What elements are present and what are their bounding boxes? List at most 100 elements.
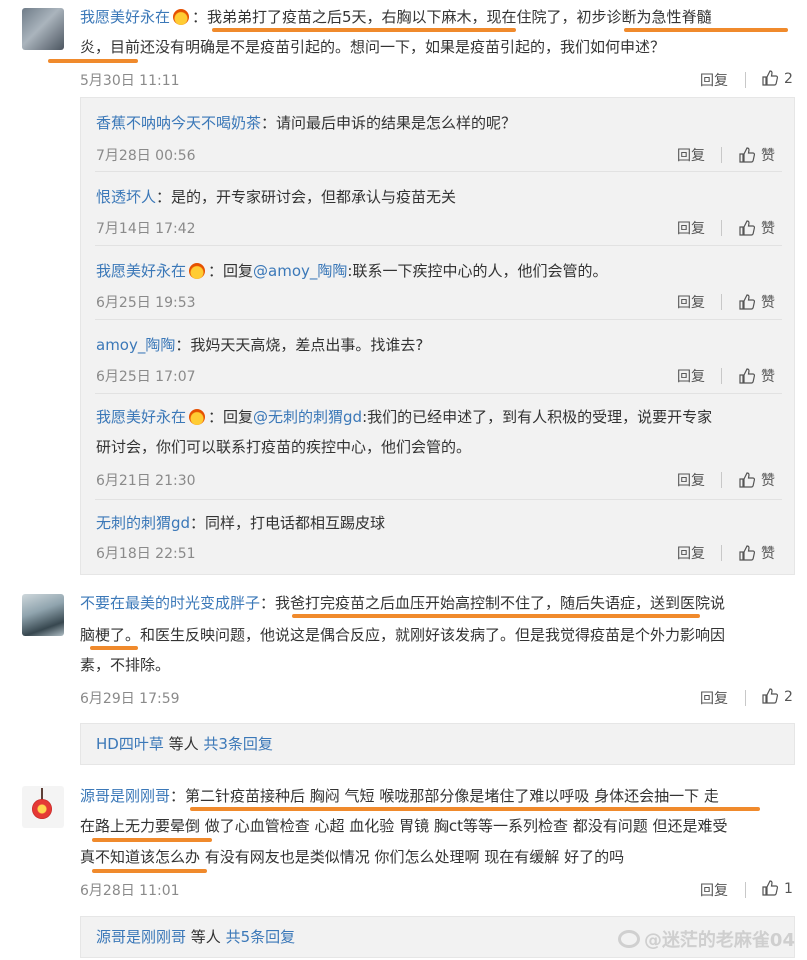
more-replies-bar[interactable]: HD四叶草 等人 共3条回复 [80,723,795,765]
divider [721,220,722,236]
thumbs-up-icon [739,368,755,384]
reply-button[interactable]: 回复 [700,70,728,90]
reply-item: 我愿美好永在♛：回复@amoy_陶陶:联系一下疾控中心的人，他们会管的。 6月2… [81,246,796,320]
reply-username[interactable]: 香蕉不呐呐今天不喝奶茶 [96,114,261,132]
divider [721,472,722,488]
highlight-underline [92,838,212,842]
highlight-underline [624,28,788,32]
like-label: 赞 [761,221,775,237]
like-button[interactable]: 赞 [739,292,775,312]
like-label: 赞 [761,148,775,164]
thumbs-up-icon [739,545,755,561]
reply-text: amoy_陶陶：我妈天天高烧，差点出事。找谁去? [96,336,424,354]
reply-button[interactable]: 回复 [677,366,705,386]
comment-text-line: 炎，目前还没有明确是不是疫苗引起的。想问一下，如果是疫苗引起的，我们如何申述？ [80,38,666,56]
reply-item: 恨透坏人：是的，开专家研讨会，但都承认与疫苗无关 7月14日 17:42 回复 … [81,172,796,246]
divider [721,147,722,163]
reply-text: 恨透坏人：是的，开专家研讨会，但都承认与疫苗无关 [96,188,457,206]
watermark: @迷茫的老麻雀04 [617,926,795,952]
comment-username[interactable]: 源哥是刚刚哥 [80,787,170,805]
reply-time: 6月25日 19:53 [96,295,196,311]
comment-text-line: 真不知道该怎么办 有没有网友也是类似情况 你们怎么处理啊 现在有缓解 好了的吗 [80,848,625,866]
crown-badge-icon: ♛ [189,263,206,279]
like-label: 赞 [761,295,775,311]
like-button[interactable]: 赞 [739,470,775,490]
divider [745,882,746,898]
avatar[interactable] [22,786,64,828]
reply-button[interactable]: 回复 [677,470,705,490]
comment-username[interactable]: 不要在最美的时光变成胖子 [80,594,260,612]
thumbs-up-icon [739,472,755,488]
reply-username[interactable]: 我愿美好永在 [96,408,186,426]
crown-badge-icon: ♛ [173,9,190,25]
reply-time: 6月25日 17:07 [96,369,196,385]
avatar[interactable] [22,8,64,50]
more-replies-user[interactable]: 源哥是刚刚哥 [96,928,186,946]
avatar[interactable] [22,594,64,636]
like-label: 赞 [761,546,775,562]
divider [721,294,722,310]
reply-text: 无刺的刺猬gd：同样，打电话都相互踢皮球 [96,514,386,532]
reply-button[interactable]: 回复 [677,218,705,238]
thumbs-up-icon [739,294,755,310]
reply-button[interactable]: 回复 [677,145,705,165]
reply-text: 我愿美好永在♛：回复@amoy_陶陶:联系一下疾控中心的人，他们会管的。 [96,262,608,280]
weibo-logo-icon [617,930,640,948]
comment-username[interactable]: 我愿美好永在 [80,8,170,26]
reply-username[interactable]: amoy_陶陶 [96,336,175,354]
like-count: 1 [784,881,793,897]
highlight-underline [92,869,207,873]
like-button[interactable]: 赞 [739,218,775,238]
reply-button[interactable]: 回复 [677,543,705,563]
thumbs-up-icon [762,688,778,704]
more-replies-link[interactable]: 共3条回复 [203,735,273,753]
reply-item: 无刺的刺猬gd：同样，打电话都相互踢皮球 6月18日 22:51 回复 赞 [81,500,796,576]
like-label: 赞 [761,473,775,489]
mention-link[interactable]: @amoy_陶陶 [253,262,347,280]
thumbs-up-icon [739,220,755,236]
more-replies-link[interactable]: 共5条回复 [226,928,296,946]
replies-panel: 香蕉不呐呐今天不喝奶茶：请问最后申诉的结果是怎么样的呢？ 7月28日 00:56… [80,97,795,575]
thumbs-up-icon [762,70,778,86]
reply-button[interactable]: 回复 [677,292,705,312]
crown-badge-icon: ♛ [189,409,206,425]
comment-text-line: 脑梗了。和医生反映问题，他说这是偶合反应，就刚好该发病了。但是我觉得疫苗是个外力… [80,626,726,644]
divider [745,72,746,88]
reply-item: amoy_陶陶：我妈天天高烧，差点出事。找谁去? 6月25日 17:07 回复 … [81,320,796,394]
reply-item: 我愿美好永在♛：回复@无刺的刺猬gd:我们的已经申述了，到有人积极的受理，说要开… [81,394,796,500]
reply-username[interactable]: 无刺的刺猬gd [96,514,190,532]
divider [745,690,746,706]
reply-time: 7月28日 00:56 [96,148,196,164]
thumbs-up-icon [739,147,755,163]
highlight-underline [212,28,516,32]
reply-button[interactable]: 回复 [700,688,728,708]
reply-username[interactable]: 恨透坏人 [96,188,156,206]
comment-text-line: 素，不排除。 [80,656,171,674]
like-button[interactable]: 2 [762,688,793,705]
comment-time: 6月29日 17:59 [80,691,180,707]
highlight-underline [90,646,138,650]
reply-username[interactable]: 我愿美好永在 [96,262,186,280]
highlight-underline [292,614,700,618]
divider [721,545,722,561]
reply-button[interactable]: 回复 [700,880,728,900]
like-label: 赞 [761,369,775,385]
reply-text-line: 研讨会，你们可以联系打疫苗的疾控中心，他们会管的。 [96,438,472,456]
more-replies-user[interactable]: HD四叶草 [96,735,164,753]
divider [721,368,722,384]
reply-text: 香蕉不呐呐今天不喝奶茶：请问最后申诉的结果是怎么样的呢？ [96,114,517,132]
reply-time: 6月18日 22:51 [96,546,196,562]
like-button[interactable]: 赞 [739,145,775,165]
reply-item: 香蕉不呐呐今天不喝奶茶：请问最后申诉的结果是怎么样的呢？ 7月28日 00:56… [81,98,796,172]
like-count: 2 [784,71,793,87]
like-count: 2 [784,689,793,705]
comment-time: 6月28日 11:01 [80,883,180,899]
like-button[interactable]: 2 [762,70,793,87]
highlight-underline [190,807,760,811]
like-button[interactable]: 赞 [739,543,775,563]
comment-text-line: 在路上无力要晕倒 做了心血管检查 心超 血化验 胃镜 胸ct等等一系列检查 都没… [80,817,728,835]
like-button[interactable]: 赞 [739,366,775,386]
like-button[interactable]: 1 [762,880,793,897]
mention-link[interactable]: @无刺的刺猬gd [253,408,362,426]
comment-time: 5月30日 11:11 [80,73,180,89]
